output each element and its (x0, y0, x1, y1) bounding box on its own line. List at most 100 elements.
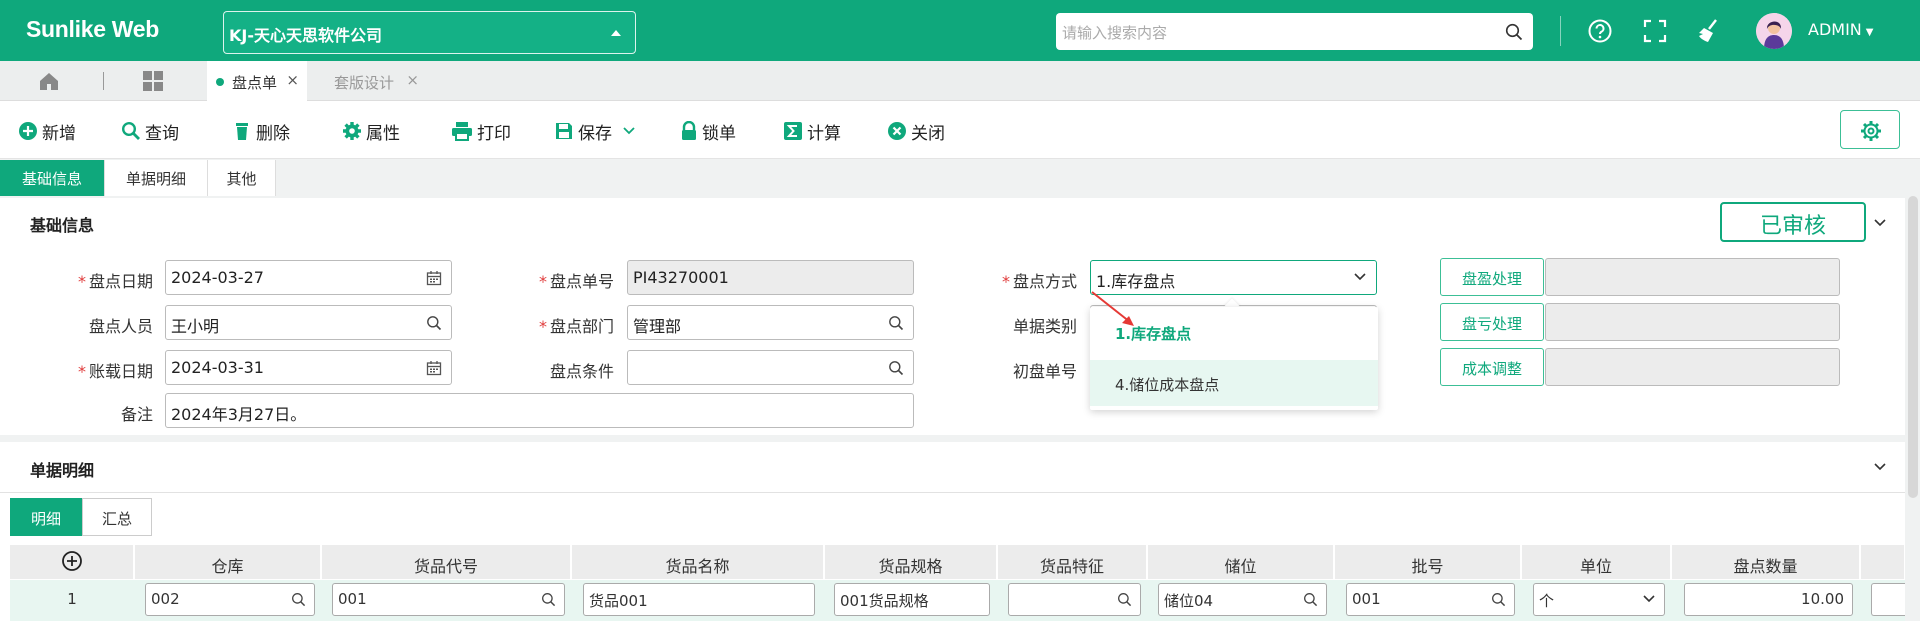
column-header-location[interactable]: 储位 (1148, 545, 1334, 579)
count-condition-label: 盘点条件 (549, 362, 614, 381)
lock-label: 锁单 (702, 123, 736, 144)
batch-cell[interactable]: 001 (1346, 583, 1515, 616)
search-icon[interactable] (888, 360, 904, 376)
dropdown-option-location-cost-count[interactable]: 4.储位成本盘点 (1090, 360, 1378, 406)
properties-button[interactable]: 属性 (342, 119, 400, 144)
help-icon[interactable] (1585, 16, 1615, 46)
remark-label: 备注 (120, 405, 153, 424)
print-label: 打印 (477, 123, 511, 144)
subtab-detail[interactable]: 明细 (10, 498, 82, 536)
vertical-scrollbar[interactable] (1908, 196, 1918, 498)
apps-grid-icon[interactable] (142, 70, 164, 92)
chevron-down-icon[interactable] (1353, 272, 1367, 282)
search-icon[interactable] (541, 592, 556, 607)
column-header-unit[interactable]: 单位 (1522, 545, 1671, 579)
toolbar-divider (1560, 16, 1561, 46)
user-menu[interactable]: ADMIN ▼ (1808, 20, 1873, 39)
item-code-cell[interactable]: 001 (332, 583, 565, 616)
item-feature-cell[interactable] (1008, 583, 1141, 616)
column-header-item-name[interactable]: 货品名称 (572, 545, 824, 579)
save-disk-icon (556, 123, 572, 139)
warehouse-value: 002 (151, 590, 180, 608)
calculate-button[interactable]: 计算 (783, 119, 841, 144)
lock-icon (682, 121, 696, 140)
count-condition-field[interactable] (627, 350, 914, 385)
location-cell[interactable]: 储位04 (1158, 583, 1327, 616)
search-icon[interactable] (1491, 592, 1506, 607)
search-input[interactable]: 请输入搜索内容 (1056, 13, 1533, 50)
delete-button[interactable]: 删除 (232, 119, 290, 144)
count-no-field: PI43270001 (627, 260, 914, 295)
column-header-item-code[interactable]: 货品代号 (322, 545, 571, 579)
tab-other[interactable]: 其他 (208, 160, 276, 196)
cost-adjust-button[interactable]: 成本调整 (1440, 348, 1544, 386)
calendar-icon[interactable] (426, 270, 442, 286)
tab-inventory-count[interactable]: 盘点单 × (207, 61, 307, 101)
chevron-down-icon[interactable] (1642, 594, 1656, 604)
query-button[interactable]: 查询 (121, 119, 179, 144)
warehouse-cell[interactable]: 002 (145, 583, 315, 616)
item-spec-cell[interactable]: 001货品规格 (834, 583, 990, 616)
count-person-label: 盘点人员 (88, 317, 153, 336)
unit-select[interactable]: 个 (1533, 583, 1665, 616)
save-label: 保存 (578, 123, 612, 144)
search-icon[interactable] (291, 592, 306, 607)
lock-button[interactable]: 锁单 (680, 119, 736, 144)
item-name-cell[interactable]: 货品001 (583, 583, 815, 616)
surplus-result-field (1545, 258, 1840, 296)
column-header-item-feature[interactable]: 货品特征 (998, 545, 1147, 579)
trash-icon (236, 123, 248, 140)
company-select[interactable]: KJ-天心天思软件公司 (223, 11, 636, 54)
calendar-icon[interactable] (426, 360, 442, 376)
settings-button[interactable] (1840, 110, 1900, 149)
tab-template-design[interactable]: 套版设计 × (307, 61, 427, 101)
count-date-field[interactable]: 2024-03-27 (165, 260, 452, 295)
location-value: 储位04 (1164, 592, 1214, 610)
count-person-field[interactable]: 王小明 (165, 305, 452, 340)
close-button[interactable]: 关闭 (887, 119, 945, 144)
home-icon[interactable] (38, 70, 60, 92)
column-header-batch[interactable]: 批号 (1335, 545, 1521, 579)
search-icon[interactable] (1505, 23, 1523, 41)
user-avatar[interactable] (1756, 13, 1792, 49)
loss-result-field (1545, 303, 1840, 341)
tab-basic-info[interactable]: 基础信息 (0, 160, 105, 196)
save-button[interactable]: 保存 (554, 119, 640, 144)
close-icon[interactable]: × (406, 71, 419, 89)
fullscreen-icon[interactable] (1640, 16, 1670, 46)
tab-document-details[interactable]: 单据明细 (105, 160, 208, 196)
chevron-down-icon[interactable] (1874, 217, 1886, 229)
count-no-label: * 盘点单号 (538, 272, 614, 291)
tab-label: 盘点单 (232, 74, 278, 92)
print-button[interactable]: 打印 (451, 119, 511, 144)
remark-field[interactable]: 2024年3月27日。 (165, 393, 914, 428)
search-icon[interactable] (1303, 592, 1318, 607)
avatar-icon (1756, 13, 1792, 49)
section-title: 基础信息 (30, 216, 95, 235)
column-header-count-qty[interactable]: 盘点数量 (1672, 545, 1860, 579)
chevron-down-icon[interactable] (1874, 461, 1886, 473)
count-date-value: 2024-03-27 (171, 268, 264, 287)
count-qty-cell[interactable]: 10.00 (1684, 583, 1853, 616)
new-button[interactable]: 新增 (18, 119, 76, 144)
next-cell[interactable] (1871, 583, 1905, 616)
brand-logo[interactable]: Sunlike Web (26, 16, 159, 43)
tab-divider (103, 72, 104, 90)
search-icon[interactable] (426, 315, 442, 331)
book-date-field[interactable]: 2024-03-31 (165, 350, 452, 385)
chevron-down-icon[interactable] (622, 126, 636, 136)
add-circle-icon[interactable] (61, 550, 83, 572)
subtab-summary[interactable]: 汇总 (82, 498, 152, 536)
search-icon[interactable] (888, 315, 904, 331)
item-name-value: 货品001 (589, 592, 648, 610)
broom-icon[interactable] (1695, 16, 1725, 46)
close-icon[interactable]: × (286, 71, 299, 89)
column-header-warehouse[interactable]: 仓库 (135, 545, 321, 579)
loss-process-button[interactable]: 盘亏处理 (1440, 303, 1544, 341)
search-icon[interactable] (1117, 592, 1132, 607)
surplus-process-button[interactable]: 盘盈处理 (1440, 258, 1544, 296)
count-method-value: 1.库存盘点 (1096, 272, 1176, 291)
column-header-item-spec[interactable]: 货品规格 (825, 545, 997, 579)
count-dept-field[interactable]: 管理部 (627, 305, 914, 340)
unit-value: 个 (1539, 592, 1555, 610)
